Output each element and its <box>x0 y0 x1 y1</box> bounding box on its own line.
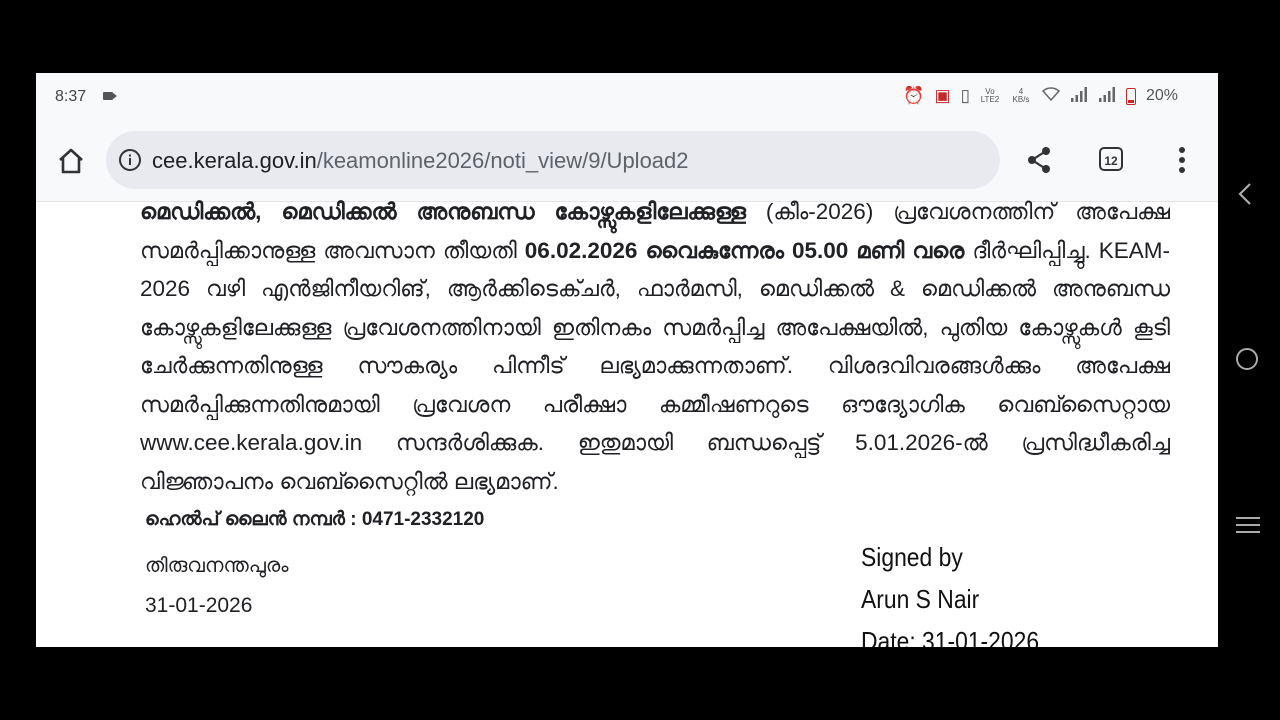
url-path: /keamonline2026/noti_view/9/Upload2 <box>316 148 689 173</box>
recent-apps-icon[interactable] <box>1236 515 1260 535</box>
home-button[interactable] <box>54 144 88 178</box>
share-icon[interactable] <box>1024 145 1054 175</box>
battery-percent: 20% <box>1145 87 1178 104</box>
digital-signature: Signed by Arun S Nair Date: 31-01-2026 1… <box>861 536 1133 647</box>
info-icon[interactable] <box>118 148 142 172</box>
place-name: തിരുവനന്തപുരം <box>145 555 289 577</box>
battery-icon <box>1125 87 1136 105</box>
alarm-icon: ⏰ <box>903 86 925 105</box>
browser-toolbar: cee.kerala.gov.in/keamonline2026/noti_vi… <box>36 121 1218 202</box>
notice-date: 31-01-2026 <box>145 594 253 617</box>
signal-icon <box>1070 86 1088 106</box>
page-content: മെഡിക്കൽ, മെഡിക്കൽ അനുബന്ധ കോഴ്സുകളിലേക്… <box>140 199 1170 647</box>
navigation-bar <box>1218 170 1280 570</box>
notice-bold-lead: മെഡിക്കൽ, മെഡിക്കൽ അനുബന്ധ കോഴ്സുകളിലേക്… <box>140 199 746 224</box>
signature-line-3: Date: 31-01-2026 15:10:59 <box>861 626 1040 647</box>
signature-line-2: Arun S Nair <box>861 584 980 614</box>
tab-switcher-button[interactable]: 12 <box>1099 147 1123 171</box>
status-time: 8:37 <box>55 88 87 105</box>
phone-screen: 8:37 ⏰ ▣ ▯ Vo LTE2 4 KB/s 20% cee.kerala… <box>36 73 1218 647</box>
home-circle-icon[interactable] <box>1236 348 1258 370</box>
helpline-number: ഹെൽപ് ലൈൻ നമ്പർ : 0471-2332120 <box>145 509 485 530</box>
notice-bold-date: 06.02.2026 വൈകുന്നേരം 05.00 മണി വരെ <box>524 237 965 263</box>
signal-icon <box>1098 86 1116 106</box>
address-bar[interactable]: cee.kerala.gov.in/keamonline2026/noti_vi… <box>106 131 1000 189</box>
cast-icon: ▣ <box>934 86 951 105</box>
url-text[interactable]: cee.kerala.gov.in/keamonline2026/noti_vi… <box>152 148 689 174</box>
wifi-icon <box>1041 86 1061 106</box>
network-type-label: Vo LTE2 <box>980 87 1000 104</box>
notice-text-2: ദീർഘിപ്പിച്ചു. KEAM-2026 വഴി എൻജിനീയറിങ്… <box>140 237 1171 494</box>
network-speed-label: 4 KB/s <box>1012 87 1030 104</box>
video-record-icon <box>103 92 117 100</box>
status-bar: 8:37 ⏰ ▣ ▯ Vo LTE2 4 KB/s 20% <box>36 73 1218 121</box>
status-icons: ⏰ ▣ ▯ Vo LTE2 4 KB/s 20% <box>903 86 1178 106</box>
more-options-icon[interactable] <box>1172 145 1192 175</box>
url-host: cee.kerala.gov.in <box>152 148 317 173</box>
home-icon <box>59 148 83 174</box>
back-icon[interactable] <box>1238 182 1252 206</box>
notice-paragraph: മെഡിക്കൽ, മെഡിക്കൽ അനുബന്ധ കോഴ്സുകളിലേക്… <box>140 193 1170 501</box>
vibrate-icon: ▯ <box>960 86 970 105</box>
signature-line-1: Signed by <box>861 542 963 572</box>
